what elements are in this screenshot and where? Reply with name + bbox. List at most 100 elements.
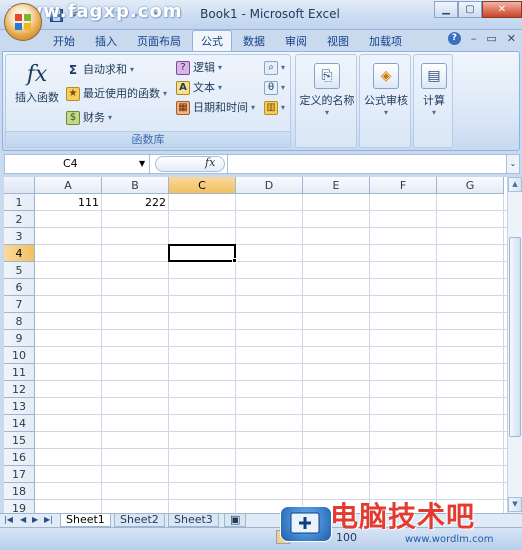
first-sheet-icon[interactable]: |◀ <box>4 515 13 524</box>
autosum-button[interactable]: Σ 自动求和 ▾ <box>66 61 134 79</box>
row-header-6[interactable]: 6 <box>4 279 35 296</box>
active-cell-selection[interactable] <box>168 244 236 262</box>
tab-review[interactable]: 审阅 <box>276 30 316 52</box>
logical-button[interactable]: ? 逻辑 ▾ <box>176 59 222 77</box>
row-header-1[interactable]: 1 <box>4 194 35 211</box>
column-header-e[interactable]: E <box>303 177 370 194</box>
ribbon-window-controls: ? – ▭ ✕ <box>447 32 516 45</box>
column-header-g[interactable]: G <box>437 177 504 194</box>
column-header-d[interactable]: D <box>236 177 303 194</box>
chevron-down-icon: ▾ <box>218 83 223 92</box>
name-box-dropdown-icon[interactable]: ▼ <box>139 159 145 168</box>
office-button[interactable] <box>4 3 42 41</box>
row-header-9[interactable]: 9 <box>4 330 35 347</box>
row-header-4[interactable]: 4 <box>4 245 35 262</box>
insert-sheet-icon[interactable]: ▣ <box>224 514 246 527</box>
row-header-13[interactable]: 13 <box>4 398 35 415</box>
tab-view[interactable]: 视图 <box>318 30 358 52</box>
formula-auditing-button[interactable]: ◈ 公式审核 ▾ <box>360 63 412 117</box>
minimize-button[interactable]: ▁ <box>434 1 458 18</box>
gridline <box>35 329 507 330</box>
gridline <box>35 363 507 364</box>
watermark-url: www.wordlm.com <box>405 534 494 545</box>
row-header-19[interactable]: 19 <box>4 500 35 513</box>
close-button[interactable]: ✕ <box>482 1 522 18</box>
formula-auditing-group[interactable]: ◈ 公式审核 ▾ <box>359 54 411 148</box>
calculation-group[interactable]: ▤ 计算 ▾ <box>413 54 453 148</box>
tab-data[interactable]: 数据 <box>234 30 274 52</box>
row-header-16[interactable]: 16 <box>4 449 35 466</box>
tab-insert[interactable]: 插入 <box>86 30 126 52</box>
cell-b1[interactable]: 222 <box>102 194 169 211</box>
chevron-down-icon: ▾ <box>218 63 223 72</box>
row-header-18[interactable]: 18 <box>4 483 35 500</box>
sheet-tab-2[interactable]: Sheet2 <box>114 514 165 527</box>
gridline <box>35 244 507 245</box>
gridline <box>35 312 507 313</box>
scroll-thumb[interactable] <box>509 237 521 437</box>
gridline <box>35 465 507 466</box>
row-header-2[interactable]: 2 <box>4 211 35 228</box>
scroll-down-icon[interactable]: ▼ <box>508 497 522 512</box>
row-header-5[interactable]: 5 <box>4 262 35 279</box>
ribbon-minimize-icon[interactable]: – <box>471 32 477 45</box>
fill-handle[interactable] <box>232 258 237 263</box>
calendar-book-icon: ▦ <box>176 101 190 115</box>
insert-function-fx-button[interactable]: fx <box>205 156 215 169</box>
gridline <box>35 397 507 398</box>
recent-functions-button[interactable]: ★ 最近使用的函数 ▾ <box>66 85 167 103</box>
select-all-corner[interactable] <box>4 177 35 194</box>
worksheet-grid[interactable]: A B C D E F G 1 2 3 4 5 6 7 8 9 10 11 12 13 14 15 16 17 18 19 111 2… <box>4 177 507 513</box>
math-trig-button[interactable]: θ ▾ <box>264 79 285 97</box>
last-sheet-icon[interactable]: ▶| <box>44 515 53 524</box>
defined-names-label: 定义的名称 <box>299 94 355 107</box>
row-header-17[interactable]: 17 <box>4 466 35 483</box>
row-header-3[interactable]: 3 <box>4 228 35 245</box>
cell-a1[interactable]: 111 <box>35 194 102 211</box>
row-header-7[interactable]: 7 <box>4 296 35 313</box>
row-header-11[interactable]: 11 <box>4 364 35 381</box>
insert-function-button[interactable]: fx 插入函数 <box>10 61 64 105</box>
defined-names-button[interactable]: ⎘ 定义的名称 ▾ <box>298 63 356 117</box>
column-header-b[interactable]: B <box>102 177 169 194</box>
column-header-a[interactable]: A <box>35 177 102 194</box>
ribbon-close-icon[interactable]: ✕ <box>507 32 516 45</box>
calculation-button[interactable]: ▤ 计算 ▾ <box>414 63 454 117</box>
name-box[interactable]: C4 <box>5 155 150 173</box>
datetime-button[interactable]: ▦ 日期和时间 ▾ <box>176 99 255 117</box>
defined-names-group[interactable]: ⎘ 定义的名称 ▾ <box>295 54 357 148</box>
chevron-down-icon: ▾ <box>108 113 113 122</box>
row-header-15[interactable]: 15 <box>4 432 35 449</box>
ribbon-tabs: 开始 插入 页面布局 公式 数据 审阅 视图 加载项 <box>44 30 411 52</box>
financial-button[interactable]: $ 财务 ▾ <box>66 109 112 127</box>
prev-sheet-icon[interactable]: ◀ <box>20 515 26 524</box>
chevron-down-icon: ▾ <box>281 83 286 92</box>
books-icon: ▥ <box>264 101 278 115</box>
row-header-12[interactable]: 12 <box>4 381 35 398</box>
sheet-tab-1[interactable]: Sheet1 <box>60 514 111 527</box>
text-button[interactable]: A 文本 ▾ <box>176 79 222 97</box>
scroll-up-icon[interactable]: ▲ <box>508 177 522 192</box>
more-functions-button[interactable]: ▥ ▾ <box>264 99 285 117</box>
vertical-scrollbar[interactable]: ▲ ▼ <box>507 177 522 513</box>
help-icon[interactable]: ? <box>447 32 461 45</box>
row-header-14[interactable]: 14 <box>4 415 35 432</box>
column-header-c[interactable]: C <box>169 177 236 194</box>
expand-formula-bar-icon[interactable]: ⌄ <box>506 154 520 174</box>
auditing-icon: ◈ <box>373 63 399 89</box>
financial-book-icon: $ <box>66 111 80 125</box>
formula-input[interactable] <box>227 155 507 173</box>
next-sheet-icon[interactable]: ▶ <box>32 515 38 524</box>
tab-addins[interactable]: 加载项 <box>360 30 411 52</box>
tab-page-layout[interactable]: 页面布局 <box>128 30 190 52</box>
tab-home[interactable]: 开始 <box>44 30 84 52</box>
row-header-10[interactable]: 10 <box>4 347 35 364</box>
column-header-f[interactable]: F <box>370 177 437 194</box>
tab-formulas[interactable]: 公式 <box>192 30 232 52</box>
chevron-down-icon: ▾ <box>130 65 135 74</box>
ribbon-restore-icon[interactable]: ▭ <box>486 32 496 45</box>
lookup-button[interactable]: ⌕ ▾ <box>264 59 285 77</box>
row-header-8[interactable]: 8 <box>4 313 35 330</box>
maximize-button[interactable]: ▢ <box>458 1 482 18</box>
sheet-tab-3[interactable]: Sheet3 <box>168 514 219 527</box>
